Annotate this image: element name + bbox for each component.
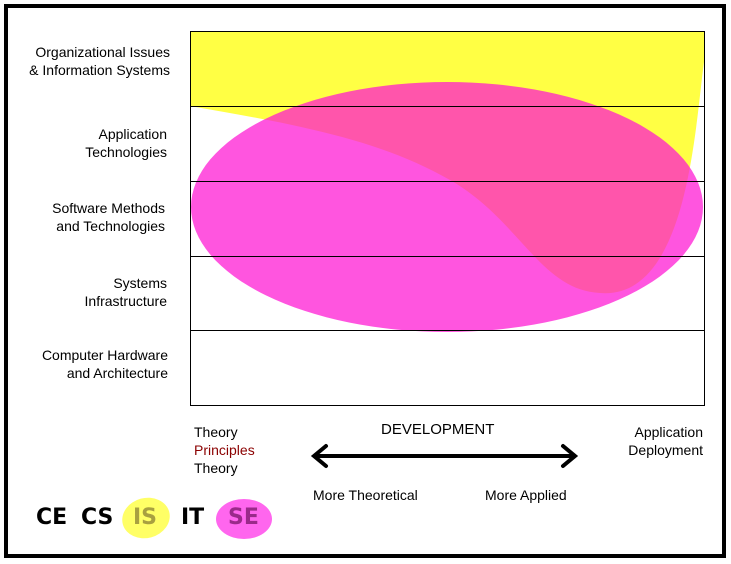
legend-is: IS	[133, 505, 158, 530]
legend-it: IT	[181, 505, 205, 530]
row-label-software: Software Methods and Technologies	[52, 200, 165, 234]
axis-right-label: Application Deployment	[628, 424, 703, 458]
axis-left-label: Theory Principles Theory	[194, 424, 255, 476]
more-applied-label: More Applied	[485, 487, 567, 503]
legend-se: SE	[228, 505, 259, 530]
double-arrow-icon	[310, 444, 579, 468]
row-label-hardware: Computer Hardware and Architecture	[41, 347, 168, 381]
row-label-systems: Systems Infrastructure	[84, 275, 167, 309]
more-theoretical-label: More Theoretical	[313, 487, 418, 503]
row-label-organizational: Organizational Issues & Information Syste…	[29, 44, 170, 78]
row-label-application: Application Technologies	[85, 126, 167, 160]
legend-cs: CS	[81, 505, 114, 530]
axis-center-label: DEVELOPMENT	[381, 421, 495, 438]
legend-ce: CE	[36, 505, 68, 530]
se-region	[191, 82, 703, 332]
